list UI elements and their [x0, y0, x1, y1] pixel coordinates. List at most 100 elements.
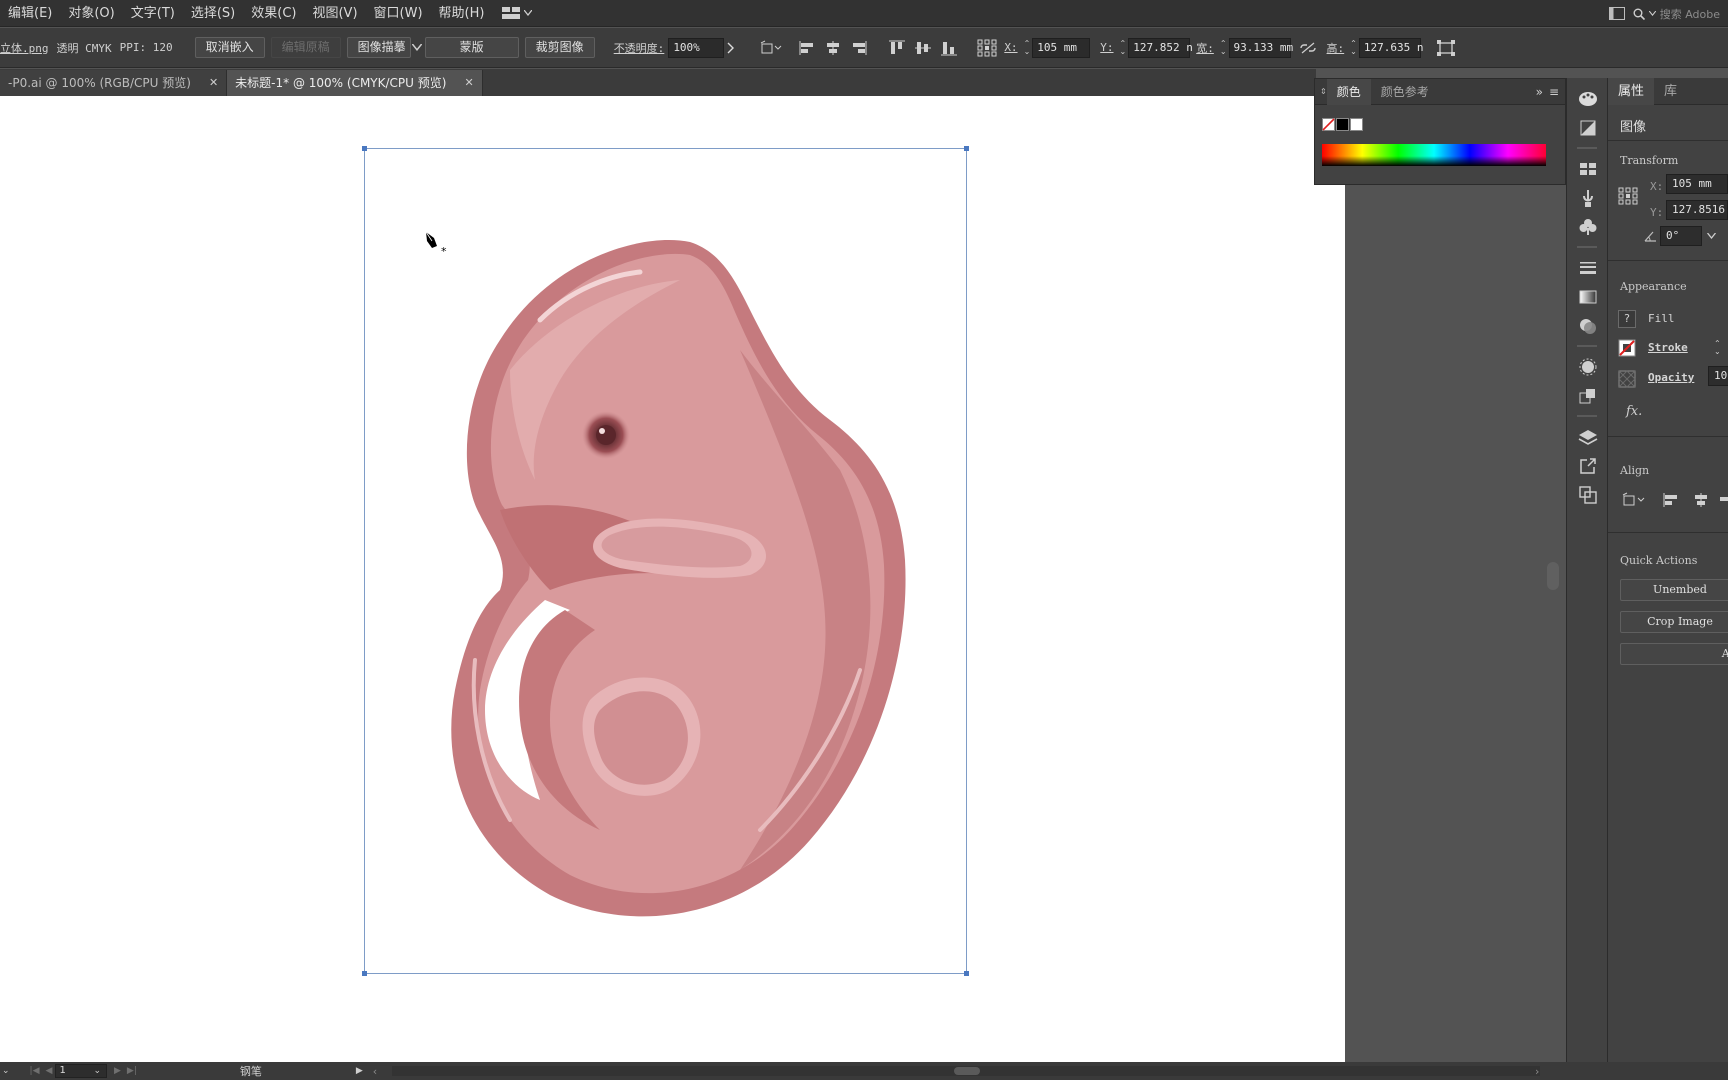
y-field[interactable]: 127.852 n	[1128, 37, 1193, 58]
menu-edit[interactable]: 编辑(E)	[0, 0, 60, 27]
align-top-icon[interactable]	[886, 37, 908, 59]
transform-y-field[interactable]: 127.8516	[1666, 200, 1728, 220]
previous-page-icon[interactable]: ◀	[46, 1066, 53, 1076]
crop-image-button[interactable]: 裁剪图像	[524, 37, 595, 58]
selection-handle[interactable]	[964, 971, 969, 976]
menu-object[interactable]: 对象(O)	[60, 0, 122, 27]
expand-panel-icon[interactable]: »	[1536, 85, 1549, 99]
gradient-icon[interactable]	[1567, 282, 1609, 311]
align-left-icon[interactable]	[1662, 492, 1680, 508]
width-field[interactable]: 93.133 mm	[1228, 37, 1293, 58]
appearance-icon[interactable]	[1567, 352, 1609, 381]
horizontal-scrollbar-thumb[interactable]	[954, 1067, 980, 1075]
align-right-icon[interactable]	[848, 37, 870, 59]
layers-icon[interactable]	[1567, 422, 1609, 451]
arrange-button[interactable]: Ar	[1620, 643, 1728, 665]
tab-color-guide[interactable]: 颜色参考	[1371, 79, 1439, 105]
crop-image-button[interactable]: Crop Image	[1620, 611, 1728, 633]
chevron-down-icon[interactable]	[411, 44, 422, 51]
width-stepper[interactable]: ⌃ ⌄	[1220, 39, 1227, 56]
align-right-icon[interactable]	[1720, 492, 1728, 508]
opacity-field[interactable]: 100	[1708, 366, 1728, 386]
close-icon[interactable]: ✕	[464, 70, 473, 96]
opacity-field[interactable]: 100%	[668, 37, 725, 58]
reference-point-icon[interactable]	[1618, 186, 1638, 206]
align-center-h-icon[interactable]	[822, 37, 844, 59]
panel-menu-icon[interactable]: ≡	[1549, 85, 1565, 99]
workspace-switcher[interactable]	[502, 6, 533, 20]
edit-original-button[interactable]: 编辑原稿	[270, 37, 341, 58]
status-menu-icon[interactable]: ▶	[356, 1066, 363, 1076]
swatches-icon[interactable]	[1567, 154, 1609, 183]
tab-properties[interactable]: 属性	[1608, 77, 1655, 105]
x-field[interactable]: 105 mm	[1032, 37, 1091, 58]
close-icon[interactable]: ✕	[209, 70, 218, 96]
constrain-link-icon[interactable]	[1297, 37, 1319, 59]
brushes-icon[interactable]	[1567, 183, 1609, 212]
graphic-styles-icon[interactable]	[1567, 381, 1609, 410]
fx-effects-button[interactable]: fx.	[1626, 404, 1642, 419]
mask-button[interactable]: 蒙版	[424, 37, 519, 58]
vertical-scrollbar-thumb[interactable]	[1547, 562, 1559, 590]
stroke-icon[interactable]	[1567, 253, 1609, 282]
align-to-dropdown[interactable]	[760, 37, 782, 59]
reference-point-icon[interactable]	[976, 37, 998, 59]
zoom-dropdown-icon[interactable]: ⌄	[2, 1066, 10, 1076]
align-middle-v-icon[interactable]	[912, 37, 934, 59]
panel-toggle-icon[interactable]	[1608, 7, 1625, 20]
stroke-label[interactable]: Stroke	[1648, 341, 1688, 354]
menu-window[interactable]: 窗口(W)	[366, 0, 431, 27]
stroke-stepper[interactable]: ⌃ ⌄	[1714, 340, 1721, 356]
align-left-icon[interactable]	[796, 37, 818, 59]
menu-help[interactable]: 帮助(H)	[431, 0, 493, 27]
selection-handle[interactable]	[362, 971, 367, 976]
unembed-button[interactable]: 取消嵌入	[194, 37, 265, 58]
linked-file-name[interactable]: 立体.png	[0, 40, 49, 56]
align-bottom-icon[interactable]	[938, 37, 960, 59]
export-icon[interactable]	[1567, 451, 1609, 480]
embryo-illustration[interactable]	[440, 230, 910, 920]
scroll-right-icon[interactable]: ›	[1535, 1065, 1539, 1078]
stroke-none-swatch-icon[interactable]	[1618, 339, 1636, 357]
y-stepper[interactable]: ⌃ ⌄	[1120, 39, 1127, 56]
search-adobe[interactable]: 搜索 Adobe	[1633, 6, 1720, 22]
image-trace-button[interactable]: 图像描摹	[346, 37, 411, 58]
selection-handle[interactable]	[362, 146, 367, 151]
align-to-icon[interactable]	[1622, 492, 1648, 508]
transform-icon[interactable]	[1435, 37, 1457, 59]
unembed-button[interactable]: Unembed	[1620, 579, 1728, 601]
transform-x-field[interactable]: 105 mm	[1666, 174, 1728, 194]
tab-color[interactable]: 颜色	[1326, 78, 1371, 105]
color-panel-icon[interactable]	[1567, 84, 1609, 113]
chevron-down-icon[interactable]: ⌄	[93, 1066, 101, 1076]
last-page-icon[interactable]: ▶|	[127, 1066, 137, 1076]
color-spectrum[interactable]	[1322, 144, 1546, 166]
color-guide-icon[interactable]	[1567, 113, 1609, 142]
menu-effect[interactable]: 效果(C)	[243, 0, 304, 27]
transparency-icon[interactable]	[1567, 311, 1609, 340]
chevron-right-icon[interactable]	[724, 42, 738, 54]
tab-p0-document[interactable]: -P0.ai @ 100% (RGB/CPU 预览) ✕	[0, 70, 228, 96]
height-field[interactable]: 127.635 n	[1358, 37, 1423, 58]
fill-unknown-swatch[interactable]: ?	[1618, 310, 1636, 328]
black-swatch[interactable]	[1336, 118, 1349, 131]
horizontal-scrollbar[interactable]	[392, 1066, 1540, 1076]
tab-untitled-1[interactable]: 未标题-1* @ 100% (CMYK/CPU 预览) ✕	[227, 70, 483, 96]
selection-handle[interactable]	[964, 146, 969, 151]
x-stepper[interactable]: ⌃ ⌄	[1024, 39, 1031, 56]
white-swatch[interactable]	[1350, 118, 1363, 131]
menu-view[interactable]: 视图(V)	[304, 0, 365, 27]
symbols-icon[interactable]	[1567, 212, 1609, 241]
none-swatch-icon[interactable]	[1322, 118, 1335, 131]
panel-collapse-icon[interactable]: ⇕	[1315, 87, 1327, 96]
artboards-icon[interactable]	[1567, 480, 1609, 509]
menu-select[interactable]: 选择(S)	[183, 0, 243, 27]
menu-type[interactable]: 文字(T)	[123, 0, 183, 27]
next-page-icon[interactable]: ▶	[114, 1066, 121, 1076]
tab-libraries[interactable]: 库	[1654, 78, 1687, 105]
scroll-left-icon[interactable]: ‹	[373, 1065, 377, 1078]
first-page-icon[interactable]: |◀	[30, 1066, 40, 1076]
chevron-down-icon[interactable]	[1707, 233, 1716, 239]
rotate-angle-field[interactable]: 0°	[1660, 226, 1702, 246]
align-center-h-icon[interactable]	[1692, 492, 1710, 508]
